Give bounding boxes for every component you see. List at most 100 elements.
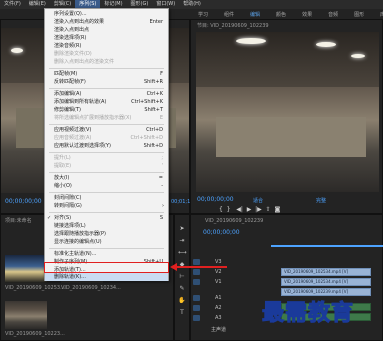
- ceiling-light: [351, 54, 365, 58]
- menu-item-zoom-out[interactable]: 缩小(O) -: [45, 182, 168, 190]
- menu-item-selection-follows-playhead[interactable]: 选择跟随播放指示器(P): [45, 230, 168, 238]
- track-label: A1: [215, 295, 222, 301]
- type-tool-icon[interactable]: T: [178, 309, 186, 317]
- workspace-graphics[interactable]: 图形: [346, 11, 372, 18]
- menu-separator: [49, 124, 164, 125]
- lift-icon[interactable]: ⇧: [266, 206, 271, 213]
- toggle-sync-lock[interactable]: [193, 259, 200, 265]
- program-video-preview: [196, 32, 379, 192]
- ceiling-light: [11, 48, 23, 53]
- menu-item-add-edit[interactable]: 添加编辑(A) Ctrl+K: [45, 90, 168, 98]
- resolution-dropdown[interactable]: 完整: [316, 197, 326, 204]
- selection-tool-icon[interactable]: ➤: [178, 225, 186, 233]
- menu-item-render-selection[interactable]: 渲染选择项(R): [45, 34, 168, 42]
- watermark-logo: 最需教育: [261, 300, 355, 327]
- menu-item-reverse-match-frame[interactable]: 反转匹配帧(F) Shift+R: [45, 78, 168, 86]
- track-label: A2: [215, 305, 222, 311]
- master-track-label: 主声道: [211, 327, 227, 333]
- project-clip-label: VID_20190609_10223...: [5, 331, 65, 337]
- toggle-sync-lock[interactable]: [193, 279, 200, 285]
- menu-item-delete-render-files-in-out: 删除入点到出点的渲染文件: [54, 59, 115, 65]
- menu-item-linked-selection[interactable]: 链接选择项(L): [45, 222, 168, 230]
- ceiling-light: [236, 38, 266, 44]
- play-icon[interactable]: ▶: [247, 206, 252, 213]
- timeline-tab[interactable]: VID_20190609_102239: [205, 218, 263, 224]
- timeline-video-clip[interactable]: VID_20190609_102534.mp4 [V]: [281, 278, 371, 286]
- toggle-sync-lock[interactable]: [193, 305, 200, 311]
- menu-file[interactable]: 文件(F): [0, 0, 25, 9]
- timeline-timecode[interactable]: 00;00;00;00: [203, 229, 240, 236]
- menu-item-extend-edit: 将所选编辑点扩展到播放指示器(X) E: [54, 115, 163, 121]
- menu-item-lift: 提升(L);: [54, 155, 163, 161]
- menu-item-go-to-gap[interactable]: 转到间隔(G) ›: [45, 202, 168, 210]
- menu-item-snap[interactable]: ✓ 对齐(S) S: [45, 214, 168, 222]
- export-frame-icon[interactable]: ◙: [274, 206, 280, 213]
- track-label: V1: [215, 279, 222, 285]
- menu-item-show-through-edits[interactable]: 显示连接的编辑点(U): [45, 238, 168, 246]
- toggle-sync-lock[interactable]: [193, 315, 200, 321]
- menu-item-normalize-master-track[interactable]: 标准化主轨道(N)...: [45, 250, 168, 258]
- project-clip-label: VID_20190609_10253...: [5, 285, 65, 291]
- slip-tool-icon[interactable]: ⊢: [178, 273, 186, 281]
- pointer-arrow-line: [175, 266, 227, 268]
- menu-item-apply-audio-transition: 应用音频过渡(A) Ctrl+Shift+D: [54, 135, 163, 141]
- workspace-effects[interactable]: 效果: [294, 11, 320, 18]
- menu-separator: [49, 68, 164, 69]
- menu-item-trim-edit[interactable]: 修剪编辑(T) Shift+T: [45, 106, 168, 114]
- workspace-color[interactable]: 颜色: [268, 11, 294, 18]
- track-label: A3: [215, 315, 222, 321]
- project-clip-thumb[interactable]: [5, 301, 47, 329]
- hand-tool-icon[interactable]: ✋: [178, 297, 186, 305]
- playback-controls: { } ◀| ▶ |▶ ⇧ ◙: [219, 206, 280, 213]
- checkmark-icon: ✓: [47, 215, 52, 221]
- toggle-sync-lock[interactable]: [193, 295, 200, 301]
- pen-tool-icon[interactable]: ✎: [178, 285, 186, 293]
- menu-item-render-audio[interactable]: 渲染音频(R): [45, 42, 168, 50]
- source-timecode[interactable]: 00;00;00;00: [5, 198, 42, 205]
- mark-out-icon[interactable]: }: [227, 206, 231, 213]
- program-timecode[interactable]: 00;00;00;00: [197, 196, 234, 203]
- tools-panel: ➤ ⇥ ⟷ ◆ ⊢ ✎ ✋ T: [174, 214, 190, 341]
- program-monitor-panel: 节目: VID_20190609_102239 00;00;00;00 适合 完…: [190, 19, 383, 214]
- menu-separator: [49, 172, 164, 173]
- menu-item-delete-tracks[interactable]: 删除轨道(K)...: [45, 273, 168, 281]
- project-clip-thumb[interactable]: [5, 255, 47, 283]
- menu-item-match-frame[interactable]: 匹配帧(M) F: [45, 70, 168, 78]
- project-clip-label: VID_20190609_10234...: [61, 285, 121, 291]
- ceiling-area: [196, 32, 379, 87]
- workspace-audio[interactable]: 音频: [320, 11, 346, 18]
- menu-item-zoom-in[interactable]: 放大(I) =: [45, 174, 168, 182]
- submenu-arrow-icon: ›: [162, 203, 164, 209]
- program-tab[interactable]: 节目: VID_20190609_102239: [197, 22, 269, 29]
- ripple-edit-tool-icon[interactable]: ⟷: [178, 249, 187, 257]
- sequence-dropdown-menu: 序列设置(Q)... 渲染入点到出点的效果 Enter 渲染入点到出点 渲染选择项…: [44, 8, 169, 281]
- fit-dropdown[interactable]: 适合: [253, 197, 263, 204]
- step-forward-icon[interactable]: |▶: [255, 206, 262, 213]
- menu-item-render-in-out[interactable]: 渲染入点到出点: [45, 26, 168, 34]
- menu-item-apply-default-transitions[interactable]: 应用默认过渡到选择项(Y) Shift+D: [45, 142, 168, 150]
- menu-item-add-edit-all-tracks[interactable]: 添加编辑到所有轨道(A) Ctrl+Shift+K: [45, 98, 168, 106]
- timeline-ruler[interactable]: [271, 245, 383, 247]
- menu-item-render-effects-in-out[interactable]: 渲染入点到出点的效果 Enter: [45, 18, 168, 26]
- menu-separator: [49, 212, 164, 213]
- menu-separator: [49, 88, 164, 89]
- step-back-icon[interactable]: ◀|: [236, 206, 243, 213]
- project-tab[interactable]: 项目:未命名: [5, 217, 32, 224]
- workspace-libraries[interactable]: 库: [372, 11, 383, 18]
- menu-item-extract: 提取(E) ': [54, 163, 163, 169]
- menu-separator: [49, 192, 164, 193]
- menu-item-delete-render-files: 删除渲染文件(D): [54, 51, 92, 57]
- track-label: V3: [215, 259, 222, 265]
- menu-item-close-gap[interactable]: 封闭间隙(C): [45, 194, 168, 202]
- toggle-sync-lock[interactable]: [193, 269, 200, 275]
- menu-item-apply-video-transition[interactable]: 应用视频过渡(V) Ctrl+D: [45, 126, 168, 134]
- menu-help[interactable]: 帮助(H): [179, 0, 205, 9]
- workspace-editing[interactable]: 编辑: [242, 11, 268, 18]
- workspace-assembly[interactable]: 组件: [216, 11, 242, 18]
- highlight-box: [44, 262, 169, 273]
- track-select-tool-icon[interactable]: ⇥: [178, 237, 186, 245]
- timeline-video-clip[interactable]: VID_20190609_102534.mp4 [V]: [281, 268, 371, 276]
- mark-in-icon[interactable]: {: [219, 206, 223, 213]
- workspace-learn[interactable]: 学习: [190, 11, 216, 18]
- menu-item-sequence-settings[interactable]: 序列设置(Q)...: [45, 10, 168, 18]
